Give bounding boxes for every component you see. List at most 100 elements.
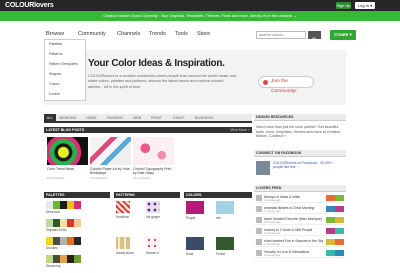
pattern-tile[interactable] (146, 201, 160, 213)
palette-swatch[interactable] (60, 255, 67, 263)
join-community-button[interactable]: Join the Community! (258, 76, 314, 94)
pattern-name[interactable]: Vermilion (116, 215, 129, 219)
lovers-feed-row[interactable]: daxie hearted Favorite (Miss Monique) 5 m… (254, 216, 346, 225)
palette-swatch[interactable] (67, 237, 74, 245)
tab-fashion[interactable]: FASHION (107, 116, 123, 120)
palette-name[interactable]: Sera sora (46, 210, 60, 214)
palette-swatch[interactable] (46, 237, 53, 245)
sign-up-button[interactable]: Sign Up (336, 2, 351, 9)
facebook-page-image (256, 161, 270, 175)
palette-swatch[interactable] (74, 201, 81, 209)
color-name[interactable]: Forest (216, 252, 225, 256)
blog-heading-label: LATEST BLOG POSTS (46, 128, 85, 132)
color-tile[interactable] (216, 237, 234, 250)
palette-name[interactable]: Skyward Echo (46, 228, 66, 232)
palette-name[interactable]: Doodles (46, 246, 58, 250)
palette-swatch[interactable] (53, 201, 60, 209)
palette-swatch[interactable] (46, 255, 53, 263)
palette-swatch[interactable] (53, 219, 60, 227)
palette-swatch[interactable] (67, 219, 74, 227)
palette-swatch[interactable] (67, 201, 74, 209)
palette-swatch[interactable] (46, 219, 53, 227)
pattern-tile[interactable] (146, 237, 160, 249)
nav-channels[interactable]: Channels (117, 31, 140, 37)
search-input[interactable]: search colors... (256, 31, 306, 39)
avatar[interactable] (256, 228, 262, 234)
tab-craft[interactable]: CRAFT (173, 116, 185, 120)
dropdown-item-palettes[interactable]: Palettes (49, 42, 62, 46)
nav-store[interactable]: Store (197, 31, 210, 37)
palette-name[interactable]: Stonecrop (46, 264, 61, 268)
lovers-feed-row[interactable]: loratory in 2 Justs In MM People 6 minute… (254, 227, 346, 236)
lover-timestamp: 7 minutes ago (264, 243, 281, 246)
lovers-feed-row[interactable]: amandai flickers in Clear Morning 4 minut… (254, 205, 346, 214)
color-tile[interactable] (216, 201, 234, 214)
tab-wedding[interactable]: WEDDING (59, 116, 76, 120)
lover-thumb[interactable] (326, 239, 344, 245)
nav-tools[interactable]: Tools (175, 31, 188, 37)
blog-post-title[interactable]: Color Trend News (47, 167, 89, 171)
create-button[interactable]: Create ▾ (330, 30, 356, 40)
palette-swatch[interactable] (46, 201, 53, 209)
lover-thumb[interactable] (326, 250, 344, 256)
nav-community[interactable]: Community (78, 31, 106, 37)
blog-post-title[interactable]: Colorful Typography Print by Kate Daisy (133, 167, 175, 175)
site-logo[interactable]: COLOURlovers (5, 2, 54, 9)
blog-post-thumb[interactable] (133, 137, 174, 165)
nav-browse[interactable]: Browse (46, 31, 64, 37)
blog-post-title[interactable]: Colorful Paper Art by Yulia Brodskaya (90, 167, 132, 175)
palette-swatch[interactable] (60, 219, 67, 227)
lover-thumb[interactable] (326, 206, 344, 212)
avatar[interactable] (256, 206, 262, 212)
tab-business[interactable]: BUSINESS (195, 116, 213, 120)
log-in-button[interactable]: Log In ▾ (355, 2, 375, 9)
palette-swatch[interactable] (67, 255, 74, 263)
dropdown-item-shapes[interactable]: Shapes (49, 72, 61, 76)
avatar[interactable] (256, 217, 262, 223)
pattern-tile[interactable] (116, 201, 130, 213)
promo-banner[interactable]: Creative Market Grand Opening! · Buy Gra… (0, 11, 400, 21)
search-button[interactable] (308, 31, 321, 43)
palette-swatch[interactable] (74, 237, 81, 245)
dropdown-item-colors[interactable]: Colors (49, 82, 59, 86)
lovers-feed-row[interactable]: Velocity of Love in Sensations 8 minutes … (254, 249, 346, 258)
lover-thumb[interactable] (326, 217, 344, 223)
color-tile[interactable] (186, 237, 204, 250)
facebook-widget[interactable]: COLOURlovers on Facebook · 90,000+ peopl… (256, 160, 344, 178)
color-name[interactable]: Dusk (186, 252, 193, 256)
pattern-tile[interactable] (116, 237, 130, 249)
design-resources-text[interactable]: Need more than just the color palette? G… (256, 125, 344, 139)
avatar[interactable] (256, 195, 262, 201)
palette-swatch[interactable] (74, 255, 81, 263)
lovers-feed-heading: LOVERS FEED (254, 185, 346, 192)
tab-web[interactable]: WEB (133, 116, 141, 120)
color-name[interactable]: Purple (186, 216, 195, 220)
palette-swatch[interactable] (53, 255, 60, 263)
palette-swatch[interactable] (60, 237, 67, 245)
blog-post-thumb[interactable] (47, 137, 88, 165)
palette-swatch[interactable] (74, 219, 81, 227)
lovers-feed-row[interactable]: ruled hearted Fan in Scarves in the Sky 7… (254, 238, 346, 247)
blog-post-thumb[interactable] (90, 137, 131, 165)
dropdown-item-patterns[interactable]: Patterns (49, 52, 62, 56)
nav-trends[interactable]: Trends (149, 31, 166, 37)
palette-swatch[interactable] (60, 201, 67, 209)
dropdown-item-lovers[interactable]: Lovers (49, 92, 60, 96)
palette-swatch[interactable] (53, 237, 60, 245)
pattern-name[interactable]: Hearts rx (146, 251, 159, 255)
colors-heading: COLORS (184, 192, 252, 198)
tab-home[interactable]: HOME (86, 116, 97, 120)
pattern-name[interactable]: Iris ginger (146, 215, 160, 219)
dropdown-item-pattern-templates[interactable]: Pattern Templates (49, 62, 78, 66)
avatar[interactable] (256, 250, 262, 256)
avatar[interactable] (256, 239, 262, 245)
lover-thumb[interactable] (326, 195, 344, 201)
tab-all[interactable]: ALL (44, 114, 56, 123)
lover-thumb[interactable] (326, 228, 344, 234)
pattern-name[interactable]: Sandy shore (116, 251, 134, 255)
blog-view-more-link[interactable]: View More » (230, 127, 250, 133)
tab-print[interactable]: PRINT (151, 116, 162, 120)
color-tile[interactable] (186, 201, 204, 214)
lovers-feed-row[interactable]: ikonspo in black & white 3 minutes ago (254, 194, 346, 203)
color-name[interactable]: ciel (216, 216, 221, 220)
